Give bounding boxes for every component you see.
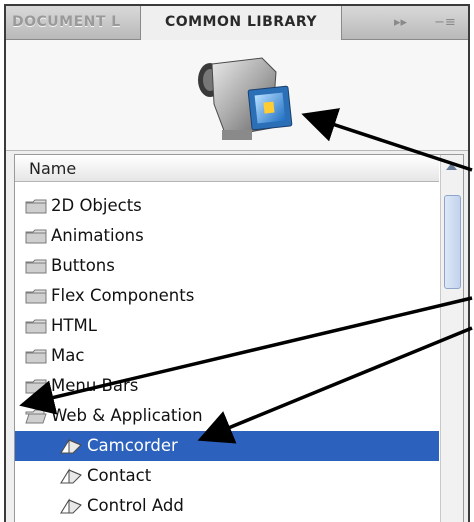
item-label: Menu Bars xyxy=(51,376,139,395)
list-item-folder-open[interactable]: Web & Application xyxy=(15,401,439,431)
folder-icon xyxy=(25,259,47,274)
item-label: Flex Components xyxy=(51,286,195,305)
list-item-symbol[interactable]: Control Add xyxy=(15,491,439,521)
folder-icon xyxy=(25,379,47,394)
list-item-folder[interactable]: Flex Components xyxy=(15,281,439,311)
item-label: Mac xyxy=(51,346,85,365)
movieclip-symbol-icon xyxy=(60,438,82,454)
panel-menu-icon[interactable]: −≡ xyxy=(434,15,456,30)
list-item-folder[interactable]: Animations xyxy=(15,221,439,251)
list-item-folder[interactable]: 2D Objects xyxy=(15,191,439,221)
item-label: HTML xyxy=(51,316,97,335)
expand-panel-icon[interactable]: ▸▸ xyxy=(394,15,407,30)
list-item-folder[interactable]: Mac xyxy=(15,341,439,371)
scrollbar-thumb[interactable] xyxy=(444,195,461,289)
folder-icon xyxy=(25,199,47,214)
item-label: Web & Application xyxy=(51,406,203,425)
list-item-folder[interactable]: Buttons xyxy=(15,251,439,281)
item-label: Camcorder xyxy=(87,436,178,455)
library-list[interactable]: Name 2D Objects Animations Buttons Flex … xyxy=(14,154,464,522)
list-item-symbol[interactable]: Contact xyxy=(15,461,439,491)
list-item-folder[interactable]: HTML xyxy=(15,311,439,341)
folder-icon xyxy=(25,349,47,364)
item-label: Contact xyxy=(87,466,152,485)
item-label: 2D Objects xyxy=(51,196,142,215)
movieclip-symbol-icon xyxy=(60,498,82,514)
camcorder-icon xyxy=(198,57,293,140)
name-column-header[interactable]: Name xyxy=(15,155,439,182)
item-label: Control Add xyxy=(87,496,184,515)
symbol-preview-pane xyxy=(6,40,468,151)
list-item-folder[interactable]: Menu Bars xyxy=(15,371,439,401)
item-label: Animations xyxy=(51,226,144,245)
item-label: Buttons xyxy=(51,256,115,275)
folder-icon xyxy=(25,229,47,244)
tab-document-library[interactable]: DOCUMENT L xyxy=(6,6,138,39)
list-item-symbol-selected[interactable]: Camcorder xyxy=(15,431,439,461)
tab-common-library[interactable]: COMMON LIBRARY xyxy=(140,6,342,40)
folder-icon xyxy=(25,319,47,334)
open-folder-icon xyxy=(25,409,47,424)
tab-bar: DOCUMENT L COMMON LIBRARY ▸▸ −≡ xyxy=(6,6,468,40)
vertical-scrollbar[interactable] xyxy=(440,155,463,522)
scroll-up-icon[interactable] xyxy=(445,161,458,171)
common-library-panel: DOCUMENT L COMMON LIBRARY ▸▸ −≡ Name 2D … xyxy=(4,4,470,522)
folder-icon xyxy=(25,289,47,304)
movieclip-symbol-icon xyxy=(60,468,82,484)
